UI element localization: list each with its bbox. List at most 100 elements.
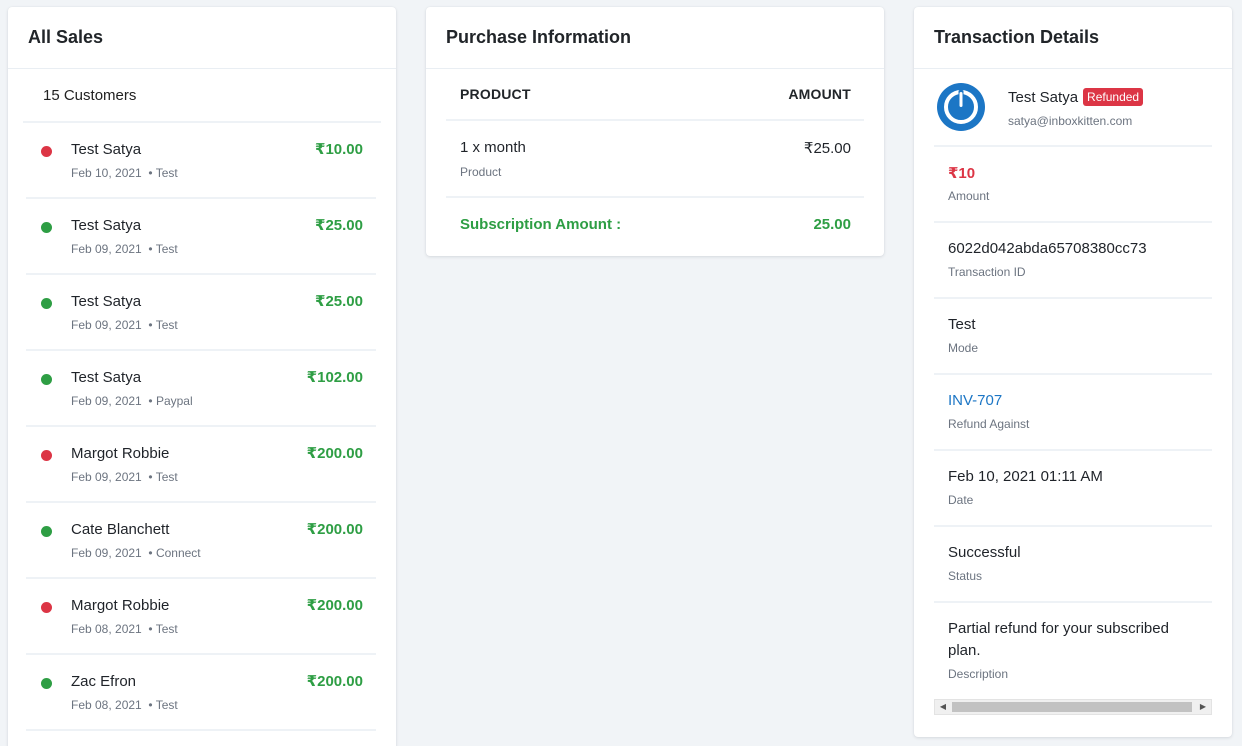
sale-list-item[interactable]: Test Satya Feb 09, 2021 • Test ₹25.00 (26, 199, 376, 275)
status-field: Successful Status (934, 527, 1212, 603)
sale-date: Feb 09, 2021 (71, 394, 142, 408)
customer-name: Test Satya (71, 217, 142, 234)
status-dot (41, 298, 52, 309)
mode-label: Mode (948, 341, 979, 355)
transaction-user: Test Satya Refunded satya@inboxkitten.co… (934, 69, 1212, 147)
sale-date-mode: Feb 09, 2021 • Paypal (71, 394, 193, 408)
status-value: Successful (948, 544, 1021, 561)
status-dot (41, 222, 52, 233)
user-email: satya@inboxkitten.com (1008, 114, 1133, 128)
customer-name: Test Satya (71, 369, 142, 386)
transaction-id-field: 6022d042abda65708380cc73 Transaction ID (934, 223, 1212, 299)
status-label: Status (948, 569, 983, 583)
sale-amount: ₹10.00 (315, 141, 363, 158)
column-header-amount: AMOUNT (788, 86, 851, 102)
date-value: Feb 10, 2021 01:11 AM (948, 468, 1103, 485)
customer-name: Test Satya (71, 141, 142, 158)
sale-list-item[interactable]: Test Satya Feb 09, 2021 • Paypal ₹102.00 (26, 351, 376, 427)
description-field: Partial refund for your subscribed plan.… (934, 603, 1212, 699)
sale-amount: ₹200.00 (306, 521, 363, 538)
amount-label: Amount (948, 189, 990, 203)
sale-date-mode: Feb 08, 2021 • Test (71, 622, 178, 636)
date-label: Date (948, 493, 974, 507)
status-dot (41, 450, 52, 461)
avatar (937, 83, 985, 131)
customer-name: Test Satya (71, 293, 142, 310)
refund-against-label: Refund Against (948, 417, 1030, 431)
description-value: Partial refund for your subscribed plan. (948, 620, 1169, 659)
customer-name: Cate Blanchett (71, 521, 170, 538)
sale-date-mode: Feb 08, 2021 • Test (71, 698, 178, 712)
sale-mode: • Test (148, 318, 178, 332)
description-label: Description (948, 667, 1009, 681)
sale-mode: • Test (148, 622, 178, 636)
purchase-table-header: PRODUCT AMOUNT (446, 69, 864, 121)
sale-list-item[interactable]: Margot Robbie Feb 08, 2021 • Test ₹200.00 (26, 579, 376, 655)
sale-date-mode: Feb 09, 2021 • Connect (71, 546, 201, 560)
amount-field: ₹10 Amount (934, 147, 1212, 223)
sale-amount: ₹200.00 (306, 673, 363, 690)
product-amount: ₹25.00 (803, 140, 851, 157)
all-sales-title: All Sales (8, 7, 396, 69)
sale-amount: ₹25.00 (315, 217, 363, 234)
user-name: Test Satya (1008, 88, 1079, 106)
sale-date-mode: Feb 09, 2021 • Test (71, 242, 178, 256)
mode-field: Test Mode (934, 299, 1212, 375)
sale-date: Feb 09, 2021 (71, 318, 142, 332)
sale-mode: • Test (148, 242, 178, 256)
sale-date-mode: Feb 09, 2021 • Test (71, 470, 178, 484)
sale-date: Feb 08, 2021 (71, 698, 142, 712)
purchase-row: 1 x month Product ₹25.00 (446, 121, 864, 198)
sale-date-mode: Feb 10, 2021 • Test (71, 166, 178, 180)
sale-date: Feb 09, 2021 (71, 470, 142, 484)
status-dot (41, 146, 52, 157)
transaction-id-label: Transaction ID (948, 265, 1026, 279)
customer-name: Margot Robbie (71, 597, 170, 614)
column-header-product: PRODUCT (460, 86, 531, 102)
customer-name: Margot Robbie (71, 445, 170, 462)
sale-date: Feb 10, 2021 (71, 166, 142, 180)
sale-list-item[interactable]: Cate Blanchett Feb 09, 2021 • Connect ₹200… (26, 503, 376, 579)
amount-value: ₹10 (948, 165, 976, 182)
scroll-right-arrow-icon[interactable]: ▶ (1195, 700, 1211, 714)
customers-count: 15 Customers (23, 69, 381, 123)
refund-against-field: INV-707 Refund Against (934, 375, 1212, 451)
refunded-badge: Refunded (1083, 88, 1144, 106)
product-name: 1 x month (460, 139, 526, 156)
sale-list-item[interactable]: Test Satya Feb 10, 2021 • Test ₹10.00 (26, 123, 376, 199)
sale-amount: ₹200.00 (306, 445, 363, 462)
purchase-information-title: Purchase Information (426, 7, 884, 69)
sale-mode: • Paypal (148, 394, 193, 408)
sale-mode: • Test (148, 698, 178, 712)
status-dot (41, 526, 52, 537)
sale-amount: ₹25.00 (315, 293, 363, 310)
sale-mode: • Test (148, 470, 178, 484)
transaction-details-title: Transaction Details (914, 7, 1232, 69)
status-dot (41, 678, 52, 689)
sale-list-item[interactable]: Margot Robbie Feb 09, 2021 • Test ₹200.00 (26, 427, 376, 503)
sale-list-item[interactable]: Zac Efron Feb 08, 2021 • Test ₹200.00 (26, 655, 376, 731)
sale-amount: ₹200.00 (306, 597, 363, 614)
subscription-amount-row: Subscription Amount : 25.00 (446, 198, 864, 250)
scrollbar-thumb[interactable] (952, 702, 1192, 712)
horizontal-scrollbar[interactable]: ◀ ▶ (934, 699, 1212, 715)
purchase-information-panel: Purchase Information PRODUCT AMOUNT 1 x … (426, 7, 884, 256)
product-label: Product (460, 165, 502, 179)
sales-list: Test Satya Feb 10, 2021 • Test ₹10.00 Test … (8, 123, 396, 731)
subscription-amount-value: 25.00 (813, 215, 851, 233)
sale-list-item[interactable]: Test Satya Feb 09, 2021 • Test ₹25.00 (26, 275, 376, 351)
sale-mode: • Connect (148, 546, 201, 560)
all-sales-panel: All Sales 15 Customers Test Satya Feb 10,… (8, 7, 396, 746)
refund-against-link[interactable]: INV-707 (948, 392, 1002, 409)
transaction-id-value: 6022d042abda65708380cc73 (948, 240, 1147, 257)
scroll-left-arrow-icon[interactable]: ◀ (935, 700, 951, 714)
transaction-details-panel: Transaction Details Test Satya Refunded … (914, 7, 1232, 737)
date-field: Feb 10, 2021 01:11 AM Date (934, 451, 1212, 527)
sale-amount: ₹102.00 (306, 369, 363, 386)
sale-date: Feb 08, 2021 (71, 622, 142, 636)
user-name-line: Test Satya Refunded (1008, 88, 1144, 106)
sale-date-mode: Feb 09, 2021 • Test (71, 318, 178, 332)
sale-date: Feb 09, 2021 (71, 546, 142, 560)
mode-value: Test (948, 316, 976, 333)
sale-mode: • Test (148, 166, 178, 180)
